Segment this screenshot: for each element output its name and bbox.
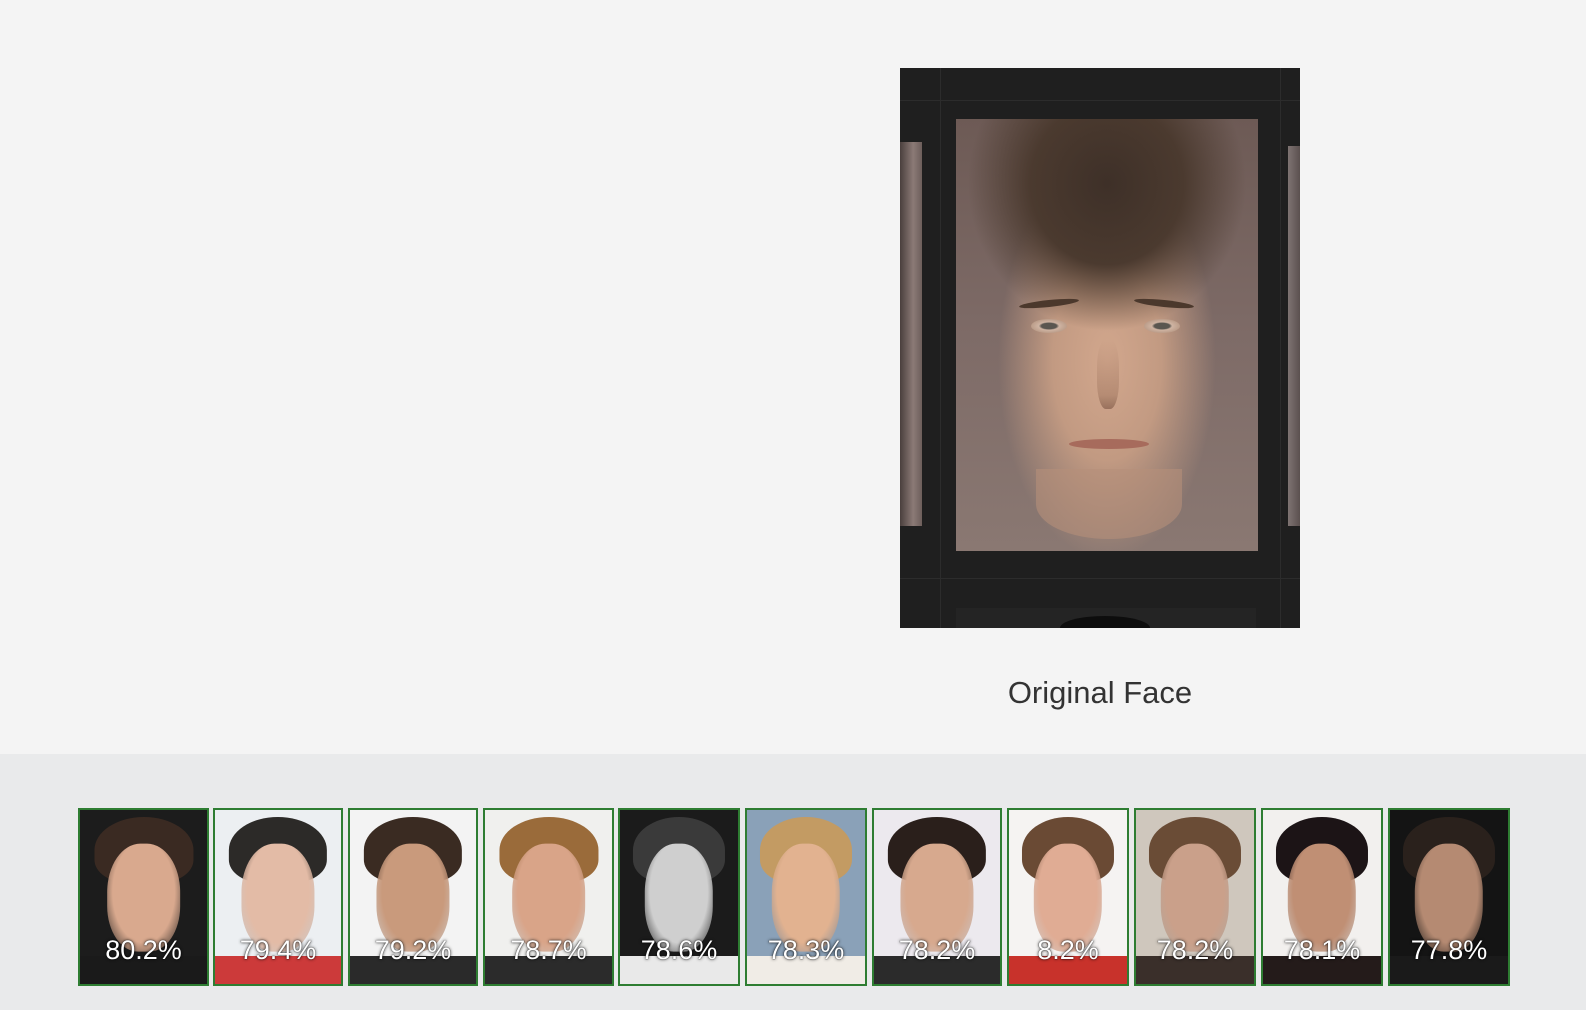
similarity-score: 78.2%	[898, 935, 976, 965]
adjacent-photo-edge	[1288, 146, 1300, 526]
original-face-image	[900, 68, 1300, 628]
face-right-brow	[1133, 296, 1195, 311]
similarity-score: 77.8%	[1410, 935, 1488, 965]
face-nose	[1097, 339, 1119, 409]
result-thumbnail[interactable]: 79.4%	[213, 808, 343, 986]
result-thumbnail[interactable]: 78.3%	[745, 808, 867, 986]
similarity-score: 78.1%	[1283, 935, 1361, 965]
face-mouth	[1069, 439, 1149, 449]
frame-guide-line	[1280, 68, 1281, 628]
composite-face-portrait	[956, 119, 1258, 551]
result-thumbnail[interactable]: 78.2%	[1134, 808, 1256, 986]
similarity-score: 80.2%	[105, 935, 182, 965]
face-left-brow	[1018, 296, 1080, 311]
result-thumbnail[interactable]: 78.2%	[872, 808, 1002, 986]
main-area: Original Face	[0, 0, 1586, 754]
face-right-eye	[1144, 319, 1180, 333]
result-thumbnail[interactable]: 80.2%	[78, 808, 209, 986]
result-thumbnail[interactable]: 78.6%	[618, 808, 740, 986]
similarity-score: 79.2%	[374, 935, 452, 965]
frame-guide-line	[900, 578, 1300, 579]
adjacent-photo-edge	[900, 142, 922, 526]
similarity-score: 78.3%	[767, 935, 845, 965]
result-thumbnail[interactable]: 78.1%	[1261, 808, 1383, 986]
similarity-score: 8.2%	[1037, 935, 1099, 965]
similarity-score: 79.4%	[239, 935, 317, 965]
similarity-score: 78.2%	[1156, 935, 1234, 965]
frame-guide-line	[940, 68, 941, 628]
similarity-score: 78.7%	[510, 935, 587, 965]
face-chin	[1036, 469, 1182, 539]
original-face-caption: Original Face	[1007, 675, 1193, 710]
face-left-eye	[1031, 319, 1067, 333]
frame-guide-line	[900, 100, 1300, 101]
result-thumbnail[interactable]: 78.7%	[483, 808, 614, 986]
result-thumbnail[interactable]: 79.2%	[348, 808, 478, 986]
result-thumbnail[interactable]: 8.2%	[1007, 808, 1129, 986]
similarity-score: 78.6%	[640, 935, 718, 965]
result-thumbnail[interactable]: 77.8%	[1388, 808, 1510, 986]
results-strip: 80.2% 79.4% 79.2% 78.7% 78.6% 78.3% 78.2…	[0, 754, 1586, 1010]
